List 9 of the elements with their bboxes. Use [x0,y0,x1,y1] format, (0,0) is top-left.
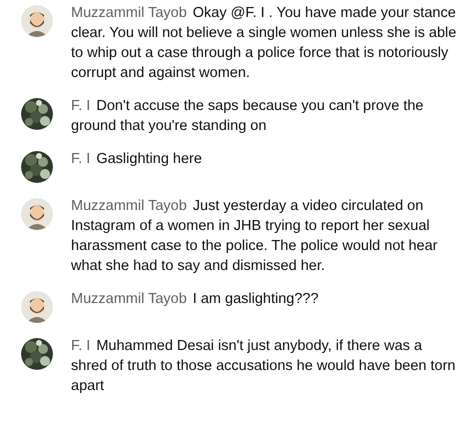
avatar-icon [21,291,53,323]
comment-text: Muzzammil Tayob Okay @F. I . You have made your stance clear. You will not believe a single women unless she is able to whip out a case through a police force that is notoriously corrupt and against women. [71,4,458,83]
comment-text: F. I Muhammed Desai isn't just anybody, if there was a shred of truth to those accusations he would have been torn apart [71,337,456,396]
comment-text: Muzzammil Tayob Just yesterday a video circulated on Instagram of a women in JHB trying to report her sexual harassment case to the police. The police would not hear what she had to say and dismissed her. [71,197,438,276]
comment-text: F. I Don't accuse the saps because you can't prove the ground that you're standing on [71,97,424,136]
comment-text: Muzzammil Tayob I am gaslighting??? [71,290,319,309]
avatar-icon [21,5,53,37]
comment-text: F. I Gaslighting here [71,150,202,169]
avatar-icon [21,198,53,230]
